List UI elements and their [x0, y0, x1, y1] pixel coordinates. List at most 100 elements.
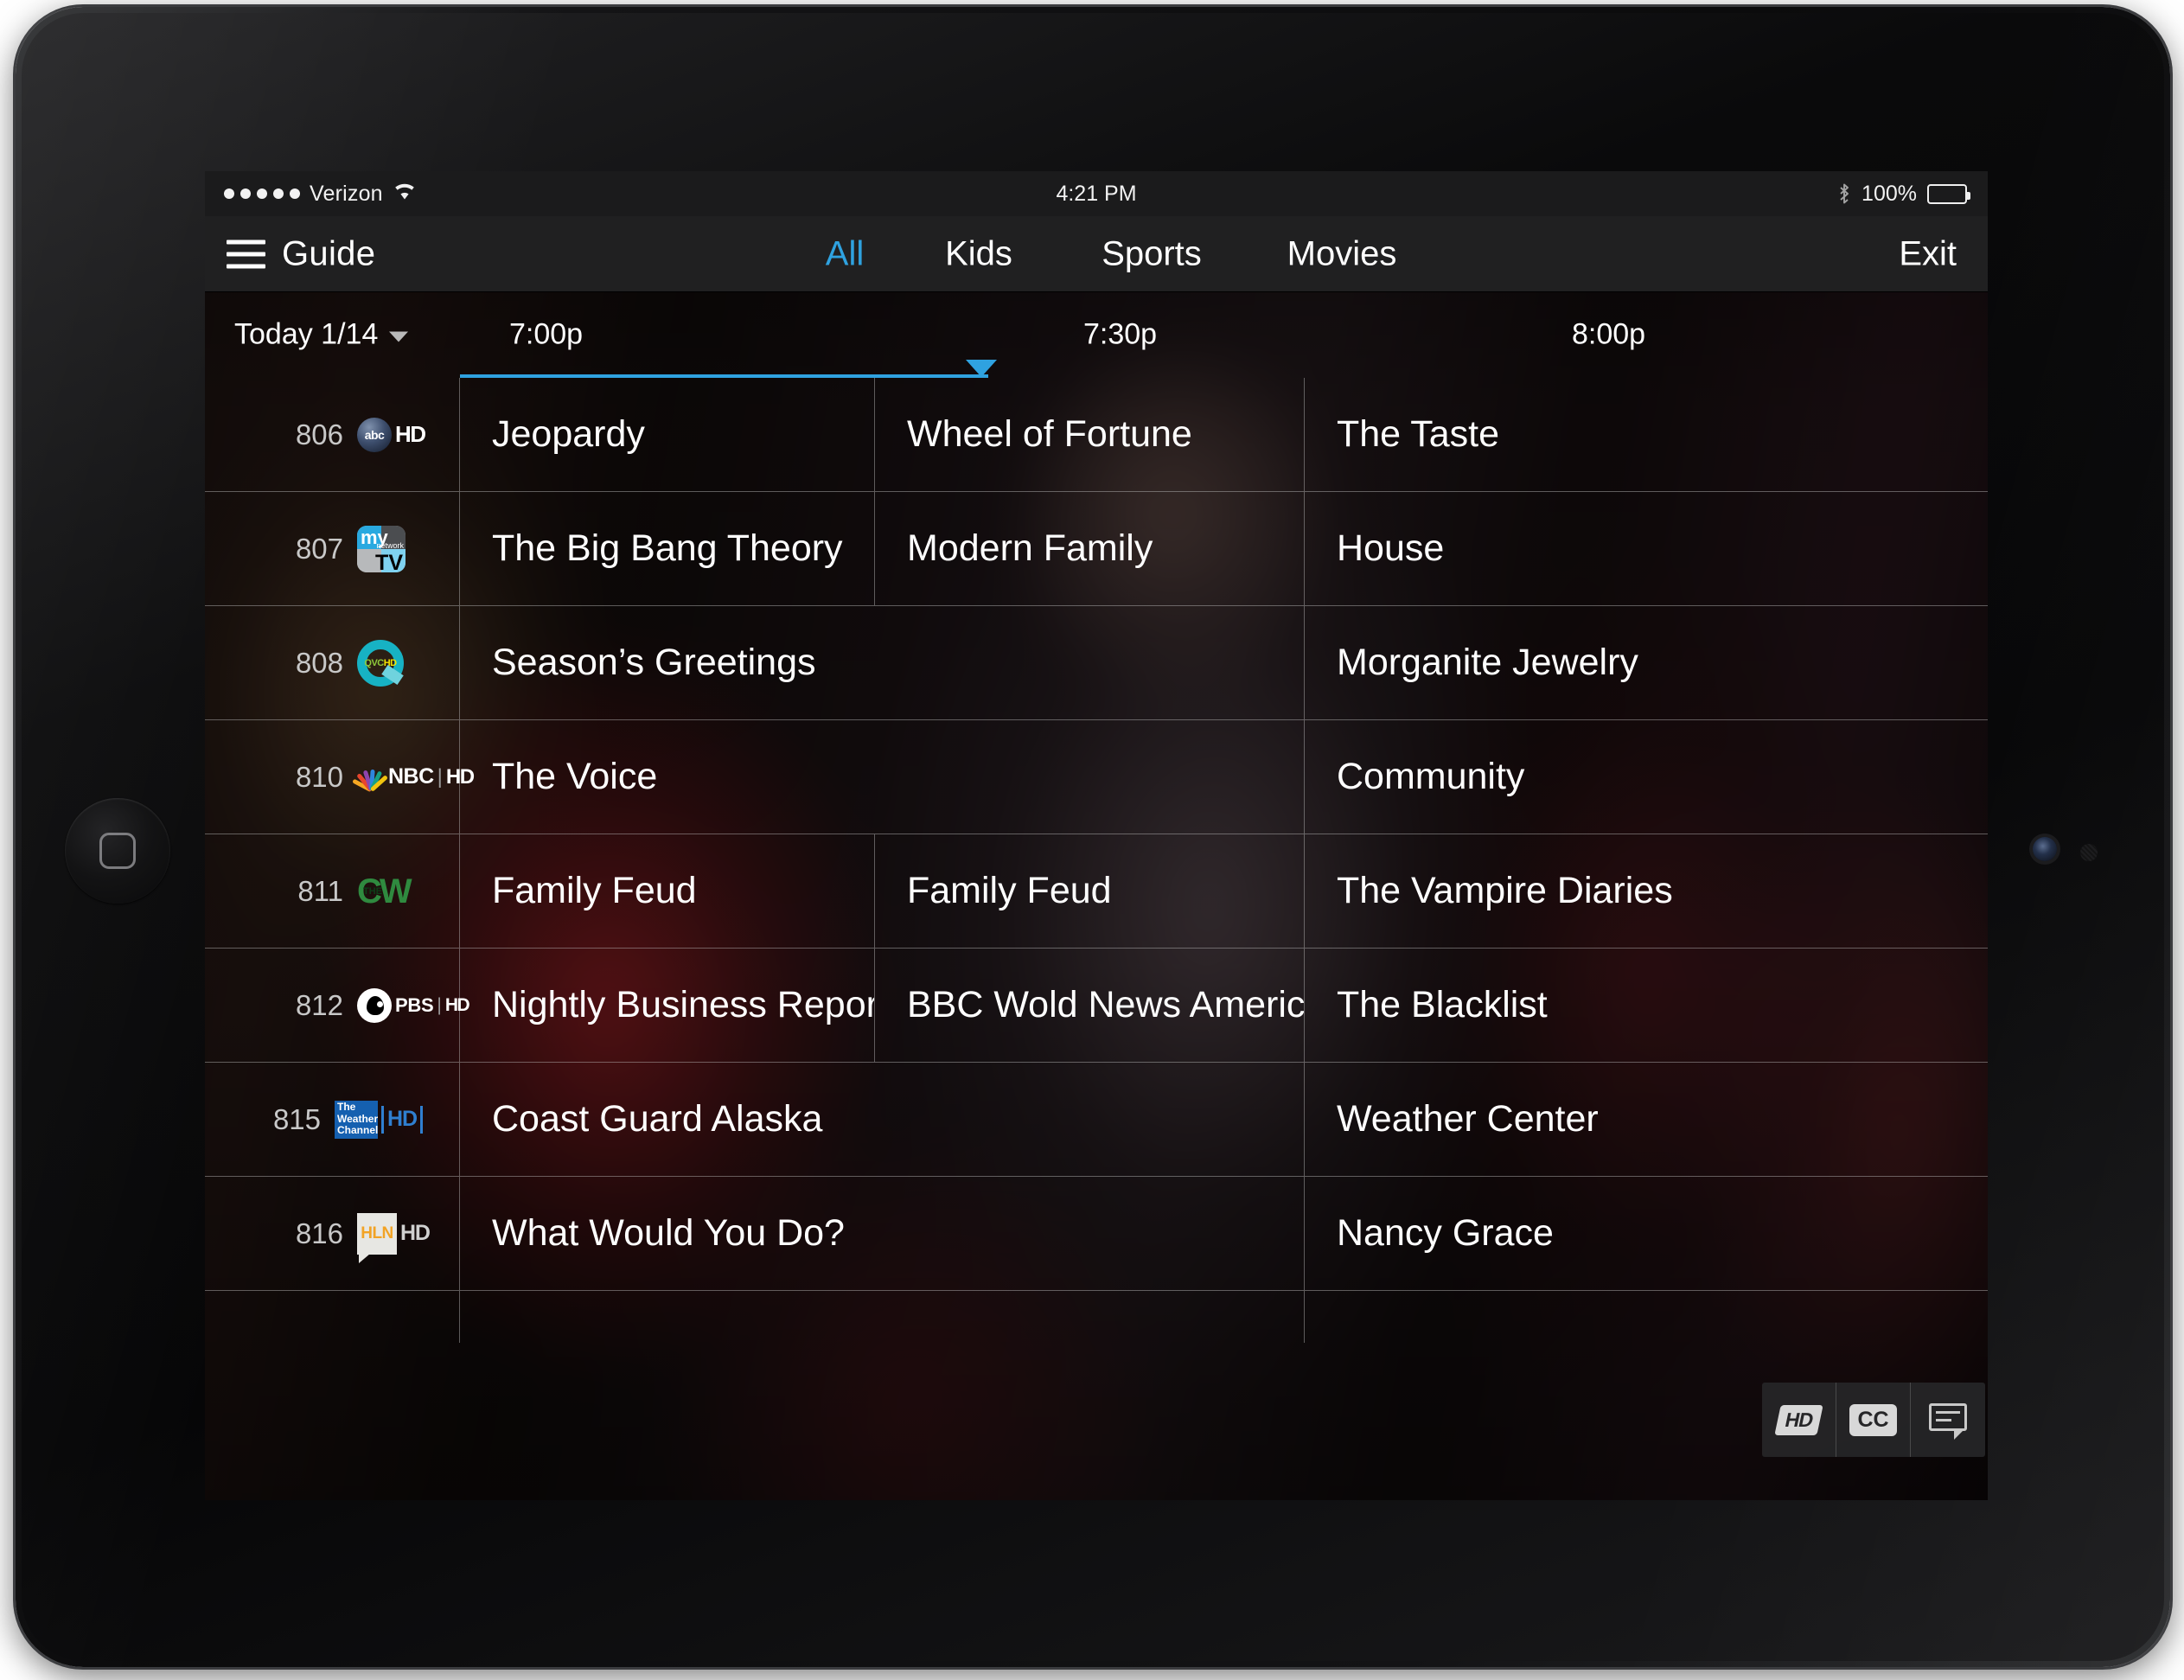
program-cell[interactable]: [1305, 1291, 1988, 1343]
program-cell[interactable]: House: [1305, 492, 1988, 605]
date-label: Today 1/14: [234, 317, 379, 350]
program-cell[interactable]: Season’s Greetings: [460, 606, 1305, 719]
program-cells: Family Feud Family Feud The Vampire Diar…: [460, 834, 1988, 948]
tab-sports[interactable]: Sports: [1061, 234, 1242, 273]
hd-toggle-button[interactable]: HD: [1762, 1383, 1836, 1457]
channel-cell[interactable]: 806 abc HD: [205, 378, 460, 491]
abc-hd-logo: abc HD: [357, 411, 437, 459]
channel-cell[interactable]: 807 my network TV: [205, 492, 460, 605]
channel-cell[interactable]: 815 The Weather Channel HD: [205, 1063, 460, 1176]
time-slot-label: 8:00p: [1572, 317, 1646, 350]
table-row[interactable]: 815 The Weather Channel HD Coast Guard Ala…: [205, 1063, 1988, 1177]
program-cell[interactable]: [460, 1291, 1305, 1343]
program-cell[interactable]: Jeopardy: [460, 378, 875, 491]
channel-number: 812: [295, 988, 343, 1021]
channel-cell[interactable]: [205, 1291, 460, 1343]
program-cell[interactable]: The Blacklist: [1305, 949, 1988, 1062]
wifi-icon: [393, 182, 417, 207]
timeline-header: Today 1/14 7:00p 7:30p 8:00p: [205, 292, 1988, 376]
battery-icon: [1927, 183, 1970, 204]
status-bar-left: Verizon: [224, 182, 417, 207]
channel-number: 815: [272, 1102, 321, 1135]
program-cell[interactable]: Modern Family: [875, 492, 1305, 605]
front-camera: [2033, 837, 2057, 861]
channel-cell[interactable]: 808 QVCHD: [205, 606, 460, 719]
program-cell[interactable]: The Taste: [1305, 378, 1988, 491]
ambient-light-sensor: [2080, 844, 2098, 861]
table-row[interactable]: 811 CW THE Family Feud Family Feud The Va…: [205, 834, 1988, 949]
program-cells: Coast Guard Alaska Weather Center: [460, 1063, 1988, 1176]
tab-all[interactable]: All: [793, 234, 897, 273]
program-cells: Jeopardy Wheel of Fortune The Taste: [460, 378, 1988, 491]
channel-cell[interactable]: 812 PBS | HD: [205, 949, 470, 1062]
playback-controls: HD CC: [1762, 1383, 1985, 1457]
program-cell[interactable]: BBC Wold News America: [875, 949, 1305, 1062]
pbs-hd-logo: PBS | HD: [357, 981, 470, 1030]
tab-movies[interactable]: Movies: [1242, 234, 1441, 273]
program-cell[interactable]: Wheel of Fortune: [875, 378, 1305, 491]
the-cw-logo: CW THE: [357, 872, 412, 910]
channel-cell[interactable]: 816 HLN HD: [205, 1177, 460, 1290]
program-cell[interactable]: Nancy Grace: [1305, 1177, 1988, 1290]
qvc-hd-logo: QVCHD: [357, 639, 437, 687]
table-row[interactable]: 812 PBS | HD Nightly Business Report BBC…: [205, 949, 1988, 1063]
hd-icon: HD: [1774, 1404, 1823, 1435]
program-cell[interactable]: The Big Bang Theory: [460, 492, 875, 605]
status-bar-clock: 4:21 PM: [1056, 181, 1137, 206]
status-bar-right: 100%: [1837, 181, 1970, 207]
time-slot-label: 7:00p: [509, 317, 584, 350]
program-guide-grid[interactable]: 806 abc HD Jeopardy Wheel of Fortune The …: [205, 378, 1988, 1500]
guide-nav-bar: Guide All Kids Sports Movies Exit: [205, 216, 1988, 292]
cellular-signal-dots-icon: [224, 188, 300, 199]
ipad-screen: Verizon 4:21 PM 100% Guide All Kids Spor…: [205, 171, 1988, 1500]
speech-bubble-icon: [1929, 1403, 1967, 1440]
pbs-head-icon: [357, 987, 392, 1023]
program-cell[interactable]: Weather Center: [1305, 1063, 1988, 1176]
program-cell[interactable]: The Vampire Diaries: [1305, 834, 1988, 948]
channel-number: 816: [295, 1217, 343, 1249]
home-button[interactable]: [65, 798, 170, 904]
battery-percent-label: 100%: [1862, 181, 1917, 206]
program-cell[interactable]: Family Feud: [875, 834, 1305, 948]
program-cell[interactable]: Family Feud: [460, 834, 875, 948]
program-cell[interactable]: Coast Guard Alaska: [460, 1063, 1305, 1176]
cc-icon: CC: [1849, 1403, 1897, 1436]
weather-channel-hd-logo: The Weather Channel HD: [335, 1096, 437, 1144]
program-cells: Nightly Business Report BBC Wold News Am…: [460, 949, 1988, 1062]
program-cell[interactable]: What Would You Do?: [460, 1177, 1305, 1290]
program-cells: What Would You Do? Nancy Grace: [460, 1177, 1988, 1290]
nbc-peacock-icon: [352, 764, 389, 792]
program-cells: The Voice Community: [460, 720, 1988, 834]
table-row[interactable]: 806 abc HD Jeopardy Wheel of Fortune The …: [205, 378, 1988, 492]
caption-bubble-button[interactable]: [1911, 1383, 1985, 1457]
hln-hd-logo: HLN HD: [357, 1210, 437, 1263]
program-cell[interactable]: The Voice: [460, 720, 1305, 834]
exit-button[interactable]: Exit: [1899, 234, 1957, 273]
program-cell[interactable]: Nightly Business Report: [460, 949, 875, 1062]
bluetooth-icon: [1837, 182, 1851, 205]
channel-cell[interactable]: 811 CW THE: [205, 834, 460, 948]
program-cell[interactable]: Morganite Jewelry: [1305, 606, 1988, 719]
program-cell[interactable]: Community: [1305, 720, 1988, 834]
category-tabs: All Kids Sports Movies: [793, 234, 1441, 273]
table-row[interactable]: 808 QVCHD Season’s Greetings Morganite J…: [205, 606, 1988, 720]
time-slot-label: 7:30p: [1083, 317, 1158, 350]
channel-number: 811: [297, 874, 343, 907]
channel-number: 810: [295, 760, 343, 793]
program-cells: The Big Bang Theory Modern Family House: [460, 492, 1988, 605]
table-row[interactable]: [205, 1291, 1988, 1343]
mynetworktv-logo: my network TV: [357, 525, 437, 573]
guide-label: Guide: [282, 234, 376, 272]
table-row[interactable]: 810 NBC | HD The Voice Community: [205, 720, 1988, 834]
guide-menu-button[interactable]: Guide: [227, 234, 375, 273]
nbc-hd-logo: NBC | HD: [352, 753, 475, 802]
carrier-label: Verizon: [310, 181, 383, 206]
date-picker[interactable]: Today 1/14: [234, 317, 409, 351]
cc-toggle-button[interactable]: CC: [1836, 1383, 1911, 1457]
channel-number: 807: [295, 532, 343, 565]
table-row[interactable]: 807 my network TV The Big Bang Theory Mode…: [205, 492, 1988, 606]
channel-cell[interactable]: 810 NBC | HD: [205, 720, 475, 834]
table-row[interactable]: 816 HLN HD What Would You Do? Nancy Grac…: [205, 1177, 1988, 1291]
chevron-down-icon: [389, 331, 409, 342]
tab-kids[interactable]: Kids: [897, 234, 1061, 273]
